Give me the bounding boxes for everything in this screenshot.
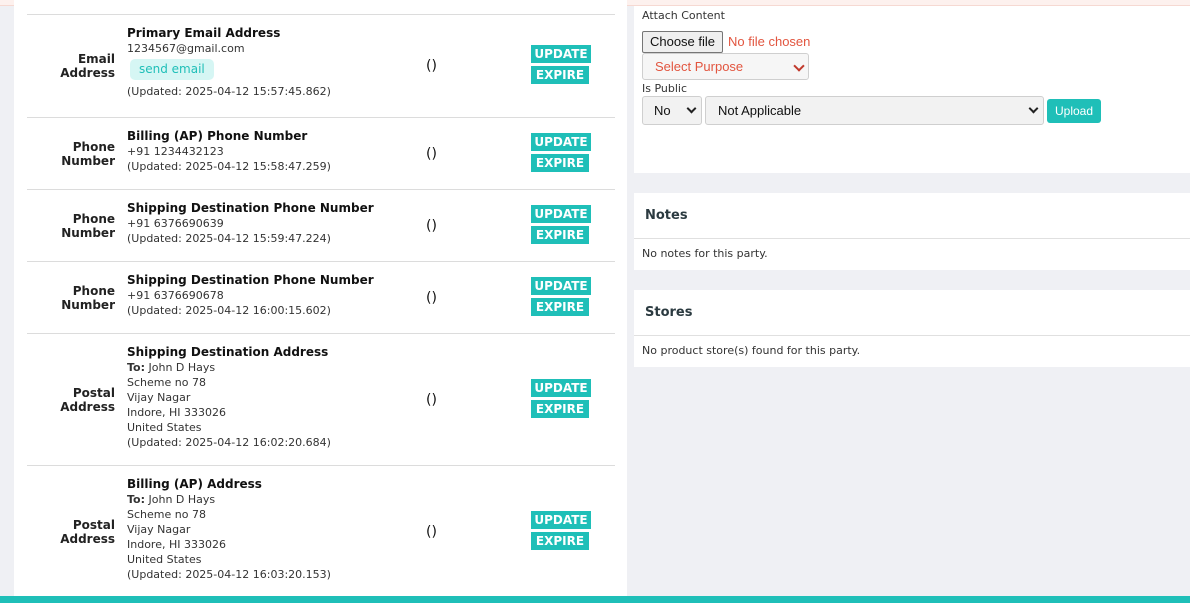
contact-row: Postal Address Billing (AP) Address To: … [27,465,615,597]
expire-button[interactable]: EXPIRE [531,225,589,244]
address-line: Vijay Nagar [127,523,191,536]
chevron-down-icon [686,103,697,114]
attach-content-label: Attach Content [642,9,725,22]
expire-button[interactable]: EXPIRE [531,399,589,418]
send-email-button[interactable]: send email [130,59,214,80]
contact-value: +91 6376690639 [127,217,224,230]
address-line: United States [127,553,202,566]
stores-card: Stores No product store(s) found for thi… [634,290,1190,367]
row-actions: UPDATE EXPIRE [531,45,591,87]
contact-type: Phone Number [61,211,115,240]
contact-type: Phone Number [61,139,115,168]
is-public-value: No [654,103,671,118]
row-actions: UPDATE EXPIRE [531,204,591,247]
address-to: To: John D Hays [127,360,407,375]
purpose-select-value: Select Purpose [655,59,744,74]
contact-type: Postal Address [60,385,115,414]
chevron-down-icon [1028,103,1039,114]
contact-row: Postal Address Shipping Destination Addr… [27,333,615,465]
bottom-bar [0,596,1190,603]
update-button[interactable]: UPDATE [531,204,591,223]
purpose-select[interactable]: Select Purpose [642,53,809,80]
contact-info: Shipping Destination Address To: John D … [127,344,407,450]
address-line: United States [127,421,202,434]
contact-purpose: Primary Email Address [127,26,281,40]
contact-updated: (Updated: 2025-04-12 15:59:47.224) [127,232,331,245]
contact-row: Phone Number Shipping Destination Phone … [27,261,615,333]
contact-info: Billing (AP) Address To: John D Hays Sch… [127,476,407,582]
upload-button[interactable]: Upload [1047,99,1101,123]
contact-purpose: Billing (AP) Address [127,477,262,491]
contact-info: Shipping Destination Phone Number +91 63… [127,200,407,246]
applicability-select[interactable]: Not Applicable [705,96,1044,125]
expire-button[interactable]: EXPIRE [531,297,589,316]
is-public-label: Is Public [642,82,688,95]
chevron-down-icon [793,60,805,72]
contact-updated: (Updated: 2025-04-12 15:57:45.862) [127,85,331,98]
to-name: John D Hays [148,361,216,374]
contact-count: () [426,58,437,74]
contact-type: Phone Number [61,283,115,312]
contact-type: Postal Address [60,517,115,546]
attach-content-card: Attach Content Choose file No file chose… [634,6,1190,173]
contact-value: 1234567@gmail.com [127,42,245,55]
contact-count: () [426,289,437,306]
contact-purpose: Shipping Destination Phone Number [127,201,374,215]
address-line: Indore, HI 333026 [127,538,226,551]
row-actions: UPDATE EXPIRE [531,132,591,175]
contact-count: () [426,391,437,408]
to-label: To: [127,361,145,374]
contact-row: Phone Number Billing (AP) Phone Number +… [27,117,615,189]
expire-button[interactable]: EXPIRE [531,153,589,172]
row-actions: UPDATE EXPIRE [531,510,591,553]
contact-info: Primary Email Address 1234567@gmail.com … [127,25,407,99]
address-to: To: John D Hays [127,492,407,507]
contact-info: Billing (AP) Phone Number +91 1234432123… [127,128,407,174]
stores-title: Stores [634,290,1190,336]
contact-updated: (Updated: 2025-04-12 16:00:15.602) [127,304,331,317]
update-button[interactable]: UPDATE [531,276,591,295]
contact-purpose: Billing (AP) Phone Number [127,129,308,143]
address-line: Indore, HI 333026 [127,406,226,419]
expire-button[interactable]: EXPIRE [531,66,589,84]
to-label: To: [127,493,145,506]
contact-row: Phone Number Shipping Destination Phone … [27,189,615,261]
notes-card: Notes No notes for this party. [634,193,1190,270]
contact-value: +91 6376690678 [127,289,224,302]
contact-updated: (Updated: 2025-04-12 16:03:20.153) [127,568,331,581]
update-button[interactable]: UPDATE [531,378,591,397]
contact-mechanisms-panel: Email Address Primary Email Address 1234… [14,0,627,596]
row-actions: UPDATE EXPIRE [531,276,591,319]
contact-count: () [426,523,437,540]
contact-purpose: Shipping Destination Address [127,345,329,359]
file-status-text: No file chosen [728,34,811,49]
to-name: John D Hays [148,493,216,506]
row-actions: UPDATE EXPIRE [531,378,591,421]
contact-table: Email Address Primary Email Address 1234… [27,14,615,597]
notes-title: Notes [634,193,1190,239]
contact-count: () [426,145,437,162]
update-button[interactable]: UPDATE [531,45,591,63]
contact-info: Shipping Destination Phone Number +91 63… [127,272,407,318]
stores-empty-text: No product store(s) found for this party… [642,344,861,357]
notes-empty-text: No notes for this party. [642,247,768,260]
contact-value: +91 1234432123 [127,145,224,158]
address-line: Scheme no 78 [127,508,206,521]
update-button[interactable]: UPDATE [531,132,591,151]
address-line: Vijay Nagar [127,391,191,404]
address-line: Scheme no 78 [127,376,206,389]
update-button[interactable]: UPDATE [531,510,591,529]
is-public-select[interactable]: No [642,96,702,125]
contact-type: Email Address [60,52,115,80]
choose-file-button[interactable]: Choose file [642,31,723,53]
contact-updated: (Updated: 2025-04-12 16:02:20.684) [127,436,331,449]
expire-button[interactable]: EXPIRE [531,531,589,550]
contact-count: () [426,217,437,234]
contact-row: Email Address Primary Email Address 1234… [27,14,615,117]
contact-purpose: Shipping Destination Phone Number [127,273,374,287]
contact-updated: (Updated: 2025-04-12 15:58:47.259) [127,160,331,173]
applicability-value: Not Applicable [718,103,802,118]
